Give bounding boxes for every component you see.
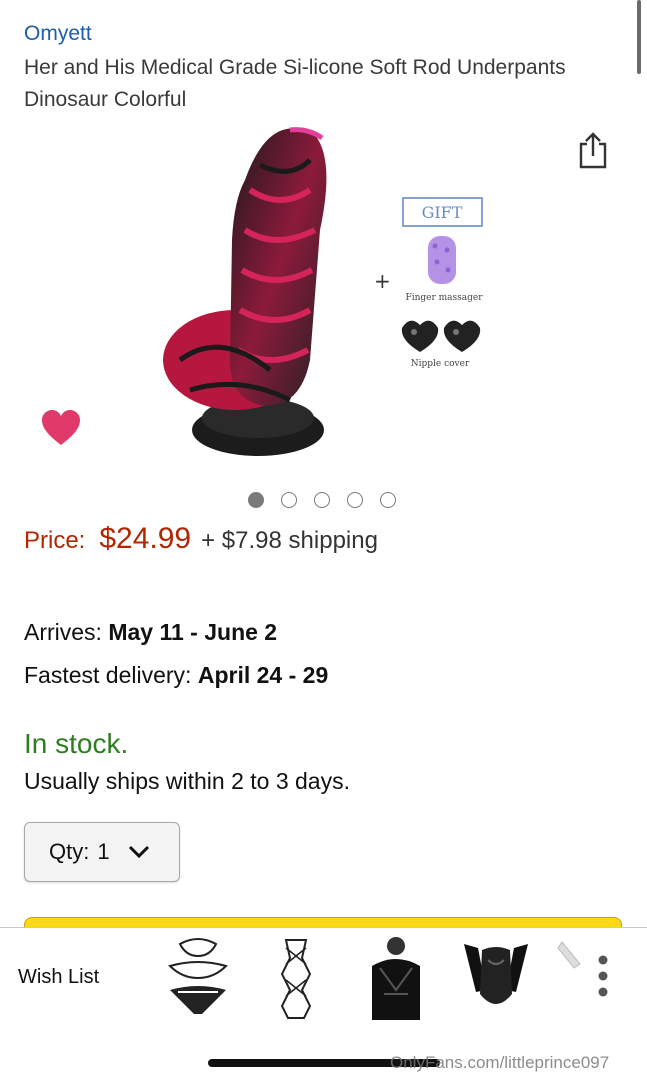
share-icon[interactable] bbox=[576, 130, 610, 170]
watermark: OnlyFans.com/littleprince097 bbox=[390, 1053, 610, 1072]
nipple-cover-caption: Nipple cover bbox=[411, 359, 470, 369]
more-vertical-icon[interactable] bbox=[596, 954, 610, 998]
pagination-dot[interactable] bbox=[347, 492, 363, 508]
scroll-indicator[interactable] bbox=[637, 0, 641, 74]
quantity-label: Qty: bbox=[49, 839, 90, 864]
wishlist-link[interactable]: Wish List bbox=[18, 966, 99, 989]
fastest-delivery-label: Fastest delivery: bbox=[24, 662, 192, 688]
quantity-value: 1 bbox=[97, 839, 110, 864]
product-image[interactable]: GIFT + Finger massager Nipple cover bbox=[150, 120, 500, 465]
stock-status: In stock. bbox=[24, 728, 129, 759]
quantity-select[interactable]: Qty: 1 bbox=[24, 822, 180, 882]
shipping-cost: + $7.98 shipping bbox=[201, 527, 378, 554]
image-pagination[interactable] bbox=[248, 492, 396, 508]
ships-within: Usually ships within 2 to 3 days. bbox=[24, 768, 350, 794]
nipple-cover-image bbox=[401, 320, 481, 352]
gift-badge: GIFT bbox=[402, 197, 483, 227]
wishlist-thumbnail[interactable] bbox=[256, 934, 336, 1020]
price-label: Price: bbox=[24, 527, 86, 554]
finger-massager-image bbox=[428, 236, 456, 284]
pagination-dot[interactable] bbox=[281, 492, 297, 508]
price-value: $24.99 bbox=[99, 522, 192, 555]
wishlist-thumbnail[interactable] bbox=[556, 934, 586, 1020]
fastest-delivery-row: Fastest delivery: April 24 - 29 bbox=[24, 662, 328, 689]
chevron-down-icon bbox=[128, 845, 149, 859]
plus-sign: + bbox=[374, 269, 391, 293]
wishlist-thumbnail[interactable] bbox=[356, 934, 436, 1020]
finger-massager-caption: Finger massager bbox=[405, 293, 483, 303]
pagination-dot[interactable] bbox=[314, 492, 330, 508]
fastest-delivery-value: April 24 - 29 bbox=[197, 662, 329, 688]
wishlist-thumbnail[interactable] bbox=[158, 934, 238, 1020]
bottom-wishlist-bar: Wish List bbox=[0, 927, 647, 1023]
price-row: Price: $24.99 + $7.98 shipping bbox=[24, 522, 378, 556]
pagination-dot[interactable] bbox=[248, 492, 264, 508]
wishlist-thumbnail[interactable] bbox=[456, 934, 536, 1020]
arrives-label: Arrives: bbox=[24, 619, 102, 645]
product-title: Her and His Medical Grade Si-licone Soft… bbox=[24, 56, 566, 111]
arrives-row: Arrives: May 11 - June 2 bbox=[24, 619, 277, 646]
svg-text:GIFT: GIFT bbox=[422, 203, 463, 222]
pagination-dot[interactable] bbox=[380, 492, 396, 508]
brand-link[interactable]: Omyett bbox=[24, 22, 92, 46]
arrives-value: May 11 - June 2 bbox=[108, 619, 278, 645]
heart-icon[interactable] bbox=[40, 408, 82, 448]
